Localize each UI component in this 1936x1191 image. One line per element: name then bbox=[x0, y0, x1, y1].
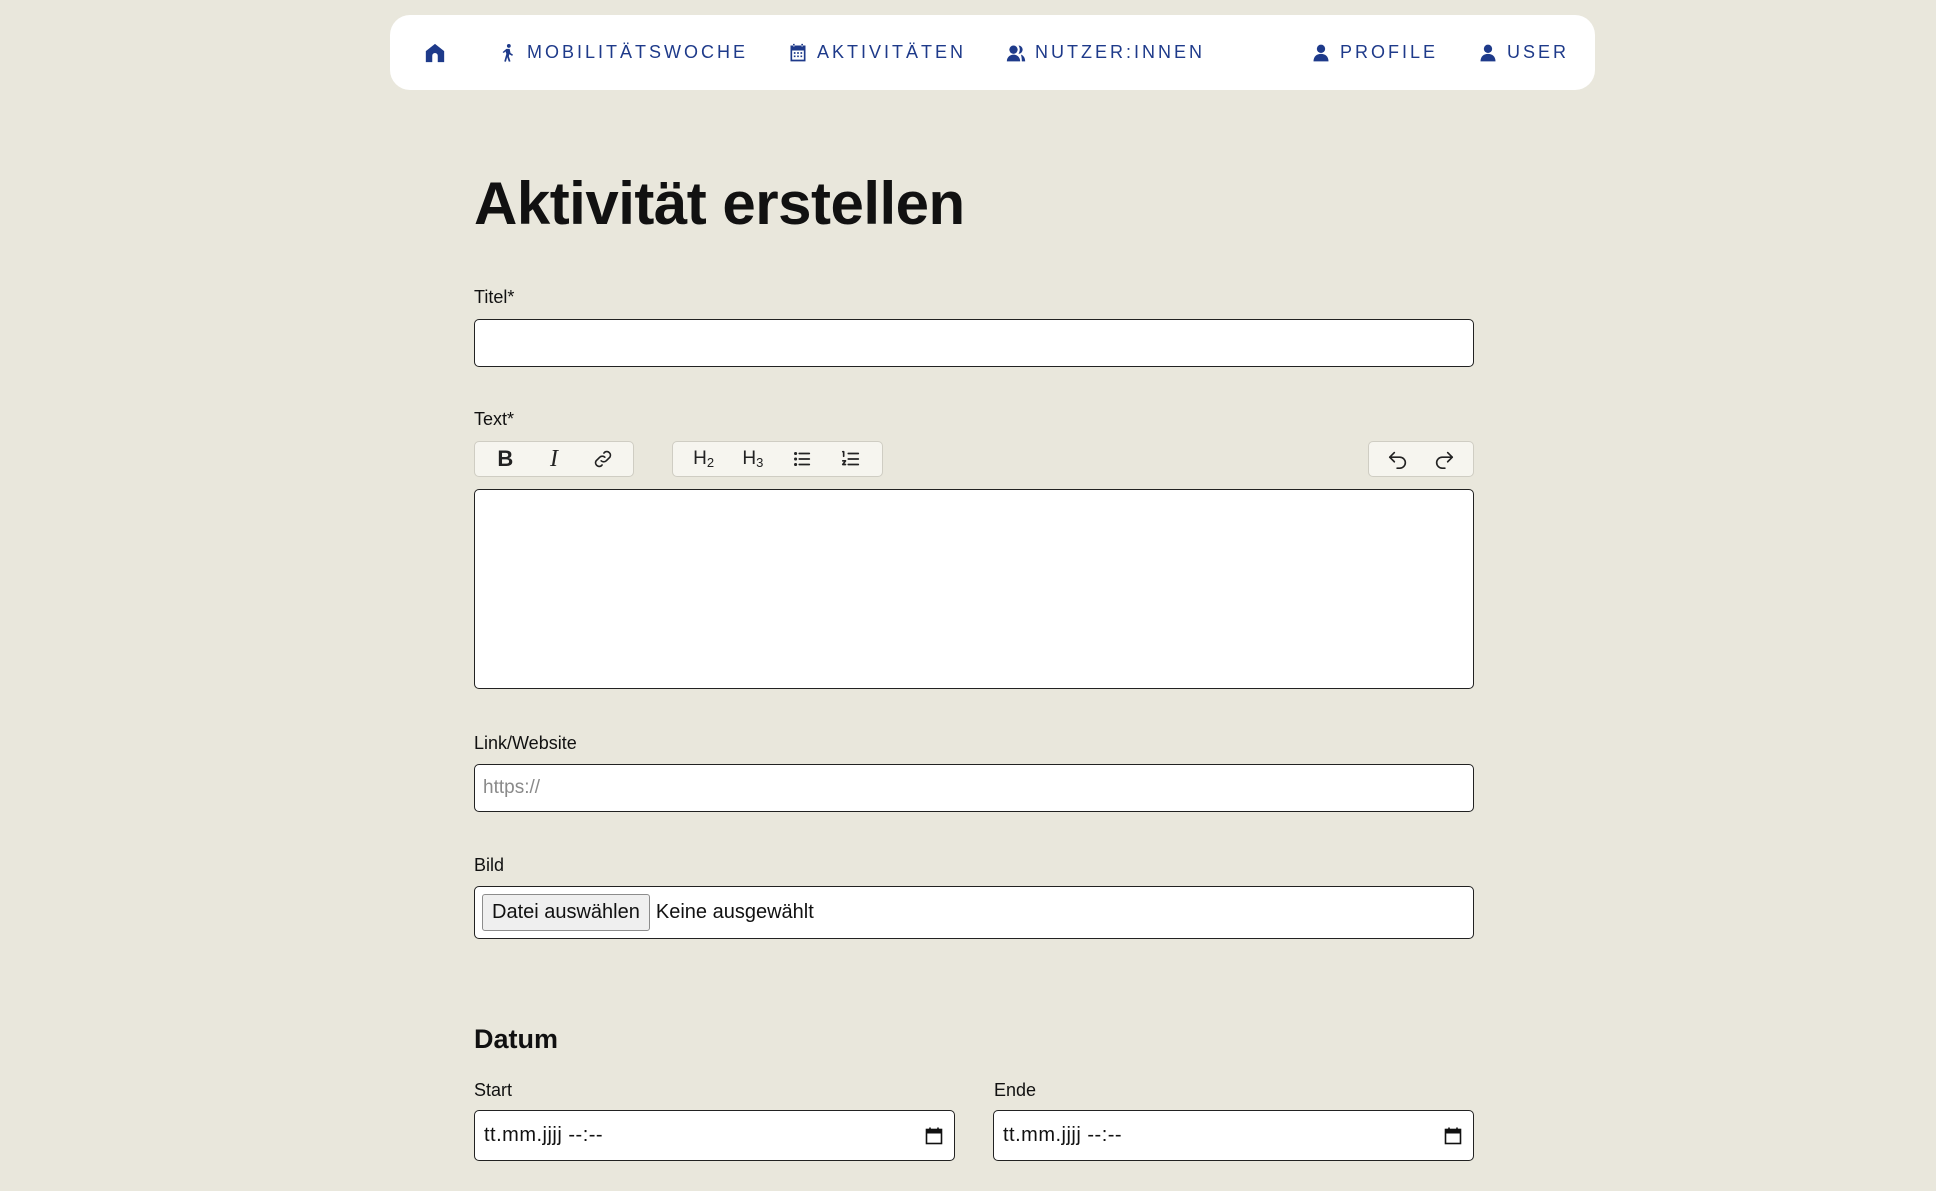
end-datetime-input[interactable]: tt.mm.jjjj --:-- bbox=[993, 1110, 1474, 1161]
nav-home-link[interactable] bbox=[424, 42, 446, 64]
undo-icon bbox=[1388, 451, 1407, 469]
heading-3-button[interactable]: H3 bbox=[728, 442, 777, 476]
bullet-list-button[interactable] bbox=[778, 442, 827, 476]
nav-user-link[interactable]: User bbox=[1478, 42, 1569, 63]
nav-mobilitaetswoche-label: Mobilitätswoche bbox=[527, 42, 749, 62]
nav-nutzerinnen-label: Nutzer:innen bbox=[1035, 42, 1206, 62]
structure-toolbar-group: H2 H3 bbox=[672, 441, 883, 477]
numbered-list-button[interactable] bbox=[827, 442, 876, 476]
nav-right-group: Profile User bbox=[1311, 42, 1569, 63]
users-icon bbox=[1006, 45, 1026, 61]
walking-person-icon bbox=[502, 43, 513, 62]
nav-profile-label: Profile bbox=[1339, 42, 1438, 62]
text-label: Text* bbox=[474, 409, 515, 429]
file-status-text: Keine ausgewählt bbox=[655, 901, 814, 923]
title-input[interactable] bbox=[474, 319, 1474, 367]
nav-aktivitaeten-link[interactable]: Aktivitäten bbox=[788, 42, 966, 63]
calendar-icon bbox=[790, 43, 806, 61]
page-title: Aktivität erstellen bbox=[474, 170, 965, 237]
numbered-list-icon bbox=[842, 450, 860, 466]
link-input[interactable] bbox=[474, 764, 1474, 812]
image-label: Bild bbox=[474, 855, 505, 875]
nav-user-label: User bbox=[1506, 42, 1569, 62]
heading-2-icon: H2 bbox=[693, 448, 715, 470]
top-navigation: Mobilitätswoche Aktivitäten Nutzer:innen… bbox=[390, 15, 1595, 90]
bold-icon: B bbox=[497, 446, 514, 471]
end-label: Ende bbox=[994, 1080, 1037, 1100]
link-button[interactable] bbox=[578, 442, 627, 476]
calendar-icon[interactable] bbox=[1443, 1126, 1463, 1146]
text-editor[interactable] bbox=[474, 489, 1474, 689]
italic-icon: I bbox=[550, 445, 558, 472]
image-file-input: Datei auswählen Keine ausgewählt bbox=[474, 886, 1474, 939]
nav-mobilitaetswoche-link[interactable]: Mobilitätswoche bbox=[498, 42, 748, 63]
link-label: Link/Website bbox=[474, 733, 577, 753]
start-label: Start bbox=[474, 1080, 513, 1100]
redo-icon bbox=[1435, 451, 1454, 469]
link-icon bbox=[594, 450, 611, 468]
format-toolbar-group: B I bbox=[474, 441, 634, 477]
start-datetime-mask: tt.mm.jjjj --:-- bbox=[484, 1124, 604, 1146]
home-icon bbox=[425, 43, 445, 62]
undo-button[interactable] bbox=[1375, 442, 1421, 476]
bullet-list-icon bbox=[794, 451, 811, 467]
date-section-title: Datum bbox=[474, 1024, 559, 1054]
italic-button[interactable]: I bbox=[530, 442, 579, 476]
start-datetime-input[interactable]: tt.mm.jjjj --:-- bbox=[474, 1110, 955, 1161]
nav-nutzerinnen-link[interactable]: Nutzer:innen bbox=[1006, 42, 1205, 63]
calendar-icon[interactable] bbox=[924, 1126, 944, 1146]
redo-button[interactable] bbox=[1421, 442, 1467, 476]
title-label: Titel* bbox=[474, 287, 515, 307]
nav-profile-link[interactable]: Profile bbox=[1311, 42, 1438, 63]
nav-left-group: Mobilitätswoche Aktivitäten Nutzer:innen bbox=[424, 42, 1205, 64]
nav-aktivitaeten-label: Aktivitäten bbox=[817, 42, 967, 62]
user-icon bbox=[1480, 44, 1496, 61]
choose-file-button[interactable]: Datei auswählen bbox=[482, 894, 650, 931]
heading-2-button[interactable]: H2 bbox=[679, 442, 728, 476]
heading-3-icon: H3 bbox=[742, 448, 764, 470]
history-toolbar-group bbox=[1368, 441, 1474, 477]
user-icon bbox=[1313, 44, 1329, 61]
end-datetime-mask: tt.mm.jjjj --:-- bbox=[1003, 1124, 1123, 1146]
bold-button[interactable]: B bbox=[481, 442, 530, 476]
